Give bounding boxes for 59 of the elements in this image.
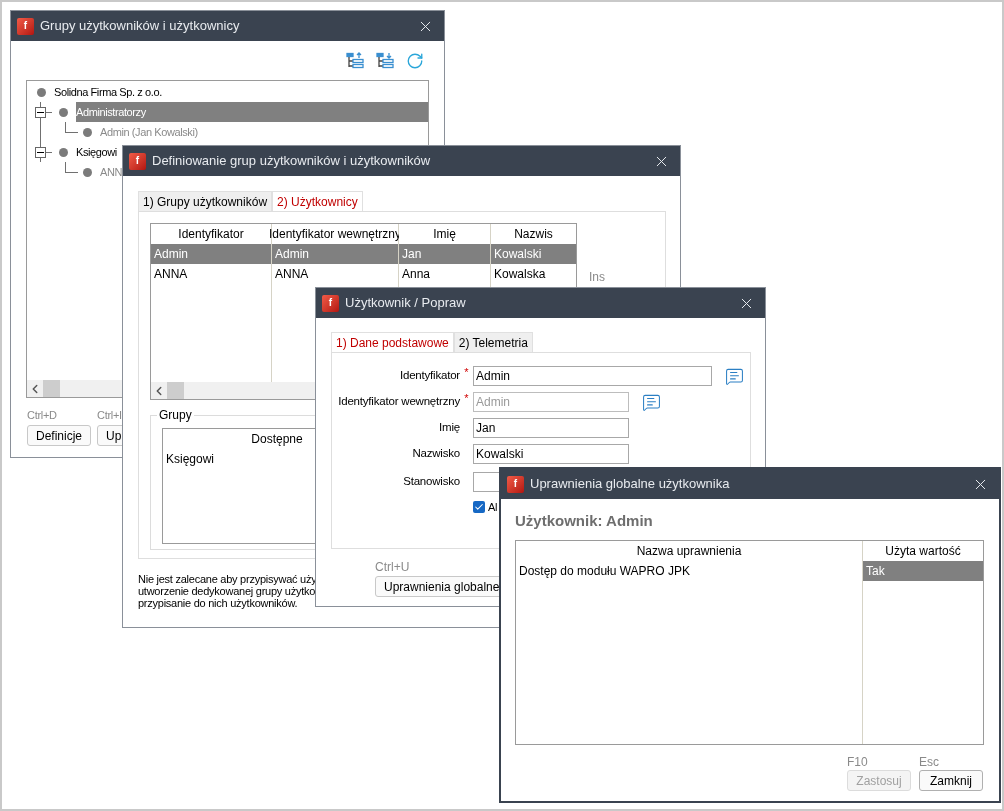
- tab[interactable]: 1) Dane podstawowe: [331, 332, 454, 352]
- scrollbar-thumb[interactable]: [43, 380, 60, 397]
- text-field[interactable]: Kowalski: [473, 444, 629, 464]
- field-label: Imię: [438, 420, 460, 436]
- shortcut-hint: Ctrl+I: [97, 408, 122, 422]
- shortcut-hint: Ctrl+U: [375, 560, 410, 574]
- user-heading: Użytkownik: Admin: [515, 511, 654, 531]
- group-box-title: Grupy: [157, 407, 194, 423]
- table-cell[interactable]: ANNA: [272, 264, 398, 284]
- app-logo-icon: f: [507, 475, 524, 493]
- tab[interactable]: 1) Grupy użytkowników: [138, 191, 273, 211]
- table-cell[interactable]: Admin: [272, 244, 398, 264]
- tree-item[interactable]: ANN: [100, 162, 123, 182]
- tab[interactable]: 2) Telemetria: [453, 332, 533, 352]
- field-label: Identyfikator wewnętrzny: [337, 394, 460, 410]
- tab[interactable]: 2) Użytkownicy: [272, 191, 363, 211]
- expander-toggle[interactable]: [35, 146, 46, 158]
- window-title: Uprawnienia globalne użytkownika: [530, 475, 730, 494]
- required-marker: *: [464, 366, 469, 378]
- table-cell[interactable]: Anna: [399, 264, 490, 284]
- expander-toggle[interactable]: [35, 106, 46, 118]
- refresh-icon[interactable]: [406, 51, 424, 70]
- table-cell[interactable]: Kowalska: [491, 264, 576, 284]
- required-marker: *: [464, 392, 469, 404]
- checkbox[interactable]: [473, 501, 485, 513]
- field-label: Stanowisko: [402, 474, 460, 490]
- tree-item[interactable]: Solidna Firma Sp. z o.o.: [54, 82, 162, 102]
- app-logo-icon: f: [17, 17, 34, 35]
- table-cell[interactable]: Admin: [151, 244, 271, 264]
- collapse-tree-icon[interactable]: [376, 51, 394, 70]
- table-cell[interactable]: Kowalski: [491, 244, 576, 264]
- shortcut-hint: F10: [847, 755, 869, 769]
- app-logo-icon: f: [322, 294, 339, 312]
- scrollbar-thumb[interactable]: [167, 382, 184, 399]
- expand-tree-icon[interactable]: [346, 51, 364, 70]
- shortcut-hint: Ins: [589, 269, 605, 282]
- table-cell[interactable]: Jan: [399, 244, 490, 264]
- checkbox-label: Al: [488, 499, 498, 515]
- tree-item[interactable]: Administratorzy: [76, 102, 428, 122]
- window-title: Definiowanie grup użytkowników i użytkowników: [152, 152, 431, 171]
- comment-icon[interactable]: [725, 366, 744, 386]
- list-header: Dostępne: [250, 431, 304, 448]
- shortcut-hint: Ctrl+D: [27, 408, 57, 422]
- text-field[interactable]: Admin: [473, 366, 712, 386]
- field-label: Identyfikator: [398, 368, 460, 384]
- text-field[interactable]: [473, 472, 500, 492]
- dialog-button[interactable]: Zamknij: [919, 770, 983, 791]
- shortcut-hint: Esc: [919, 755, 940, 769]
- text-field[interactable]: Jan: [473, 418, 629, 438]
- app-logo-icon: f: [129, 152, 146, 170]
- table-cell[interactable]: Tak: [863, 561, 983, 581]
- window-title: Grupy użytkowników i użytkownicy: [40, 17, 240, 36]
- table-cell[interactable]: ANNA: [151, 264, 271, 284]
- window-title: Użytkownik / Popraw: [345, 294, 466, 313]
- action-button[interactable]: Definicje: [27, 425, 92, 446]
- tree-item[interactable]: Księgowi: [76, 142, 117, 162]
- field-label: Nazwisko: [411, 446, 460, 462]
- table-cell[interactable]: Dostęp do modułu WAPRO JPK: [516, 561, 862, 581]
- tree-item[interactable]: Admin (Jan Kowalski): [100, 122, 198, 142]
